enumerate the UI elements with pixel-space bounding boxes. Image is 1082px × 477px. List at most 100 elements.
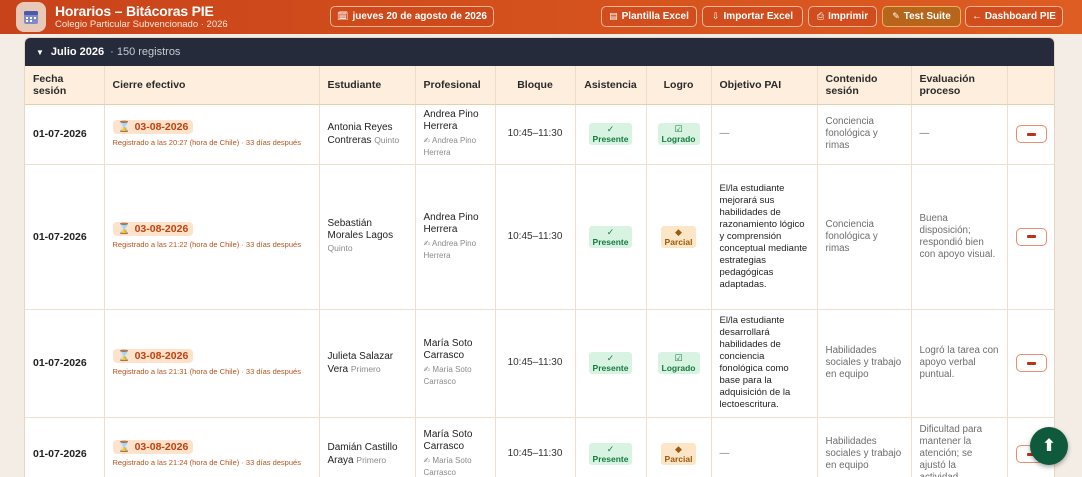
contenido-cell: Conciencia fonológica y rimas (817, 164, 912, 310)
prof-name: María Soto Carrasco (423, 338, 473, 361)
asistencia-cell: ✓ Presente (575, 309, 647, 418)
dashboard-label: ← Dashboard PIE (972, 11, 1056, 22)
cierre-note: Registrado a las 20:27 (hora de Chile) ·… (112, 137, 301, 147)
checkbox-icon: ☑ (674, 124, 683, 134)
cierre-badge: ⌛ 03-08-2026 (112, 348, 194, 363)
logro-badge: ◆ Parcial (660, 443, 697, 465)
hourglass-icon: ⌛ (117, 120, 131, 133)
col-logro[interactable]: Logro (646, 66, 712, 105)
table-row: 01-07-2026 ⌛ 03-08-2026 Registrado a las … (25, 164, 1054, 310)
cierre-badge: ⌛ 03-08-2026 (112, 119, 194, 134)
bloque-cell: 10:45–11:30 (495, 309, 576, 418)
objetivo-cell: — (711, 104, 818, 165)
minus-icon (1027, 361, 1036, 365)
check-icon: ✓ (606, 124, 615, 134)
cierre-cell: ⌛ 03-08-2026 Registrado a las 20:27 (hora… (104, 104, 320, 165)
delete-button[interactable] (1016, 227, 1047, 246)
col-objetivo[interactable]: Objetivo PAI (711, 66, 818, 105)
asistencia-label: Presente (592, 454, 629, 464)
col-estudiante[interactable]: Estudiante (319, 66, 416, 105)
importar-label: Importar Excel (723, 11, 794, 22)
asistencia-badge: ✓ Presente (588, 352, 633, 374)
page-subtitle: Colegio Particular Subvencionado · 2026 (55, 19, 228, 30)
logro-badge: ☑ Logrado (657, 123, 700, 145)
records-table: Fecha sesión Cierre efectivo Estudiante … (25, 66, 1054, 477)
prof-signer: ✍ Andrea Pino Herrera (423, 238, 477, 260)
check-icon: ✓ (606, 444, 615, 454)
caret-down-icon: ▼ (36, 47, 44, 57)
evaluacion-cell: — (911, 104, 1008, 165)
cierre-note: Registrado a las 21:24 (hora de Chile) ·… (112, 457, 301, 467)
month-group-header[interactable]: ▼ Julio 2026 · 150 registros (25, 38, 1054, 66)
month-name: Julio 2026 (50, 46, 105, 58)
check-icon: ✓ (606, 226, 615, 237)
evaluacion-cell: Buena disposición; respondió bien con ap… (911, 164, 1008, 310)
delete-button[interactable] (1016, 354, 1047, 372)
pencil-icon: ✎ (892, 11, 900, 21)
page-title: Horarios – Bitácoras PIE (55, 3, 214, 19)
col-bloque[interactable]: Bloque (495, 66, 576, 105)
student-name: Sebastián Morales Lagos (327, 218, 394, 241)
student-cell: Sebastián Morales Lagos Quinto (319, 164, 416, 310)
student-grade: Primero (356, 454, 387, 465)
asistencia-label: Presente (592, 134, 629, 144)
arrow-up-icon: ⬆ (1041, 436, 1057, 455)
imprimir-label: Imprimir (828, 11, 869, 22)
bloque-cell: 10:45–11:30 (495, 104, 576, 165)
bloque-cell: 10:45–11:30 (495, 164, 576, 310)
date-button[interactable]: 🗓 jueves 20 de agosto de 2026 (330, 6, 494, 27)
hourglass-icon: ⌛ (117, 440, 131, 453)
evaluacion-cell: Dificultad para mantener la atención; se… (911, 417, 1008, 477)
diamond-icon: ◆ (675, 444, 682, 454)
prof-signer: ✍ María Soto Carrasco (423, 456, 472, 477)
col-fecha[interactable]: Fecha sesión (25, 66, 105, 105)
asistencia-badge: ✓ Presente (588, 443, 633, 465)
imprimir-button[interactable]: ⎙ Imprimir (808, 6, 877, 27)
prof-cell: María Soto Carrasco ✍ María Soto Carrasco (415, 309, 496, 418)
logro-cell: ◆ Parcial (646, 164, 712, 310)
logro-label: Logrado (661, 363, 696, 373)
fecha-cell: 01-07-2026 (25, 164, 105, 310)
table-row: 01-07-2026 ⌛ 03-08-2026 Registrado a las … (25, 104, 1054, 165)
evaluacion-cell: Logró la tarea con apoyo verbal puntual. (911, 309, 1008, 418)
test-suite-button[interactable]: ✎ Test Suite (882, 6, 961, 27)
cierre-date: 03-08-2026 (134, 440, 189, 453)
plantilla-label: Plantilla Excel (621, 11, 689, 22)
actions-cell (1007, 104, 1054, 165)
logro-cell: ◆ Parcial (646, 417, 712, 477)
dashboard-button[interactable]: ← Dashboard PIE (965, 6, 1063, 27)
prof-name: Andrea Pino Herrera (423, 211, 479, 235)
minus-icon (1027, 132, 1036, 136)
test-label: Test Suite (903, 11, 951, 22)
student-cell: Damián Castillo Araya Primero (319, 417, 416, 477)
student-cell: Julieta Salazar Vera Primero (319, 309, 416, 418)
col-cierre[interactable]: Cierre efectivo (104, 66, 320, 105)
scroll-to-top-button[interactable]: ⬆ (1030, 427, 1068, 465)
logro-cell: ☑ Logrado (646, 309, 712, 418)
col-contenido[interactable]: Contenido sesión (817, 66, 912, 105)
col-asistencia[interactable]: Asistencia (575, 66, 647, 105)
prof-signer: ✍ María Soto Carrasco (423, 365, 472, 386)
table-header-row: Fecha sesión Cierre efectivo Estudiante … (25, 66, 1054, 105)
delete-button[interactable] (1016, 125, 1047, 143)
plantilla-excel-button[interactable]: ▤ Plantilla Excel (601, 6, 697, 27)
records-panel: ▼ Julio 2026 · 150 registros Fecha sesió… (24, 37, 1055, 477)
logro-cell: ☑ Logrado (646, 104, 712, 165)
diamond-icon: ◆ (675, 226, 682, 237)
minus-icon (1027, 235, 1036, 238)
date-label: jueves 20 de agosto de 2026 (352, 11, 487, 22)
col-evaluacion[interactable]: Evaluación proceso (911, 66, 1008, 105)
spreadsheet-icon: ▤ (609, 11, 618, 21)
bloque-cell: 10:45–11:30 (495, 417, 576, 477)
asistencia-cell: ✓ Presente (575, 164, 647, 310)
import-icon: ⇩ (711, 11, 720, 21)
importar-excel-button[interactable]: ⇩ Importar Excel (702, 6, 803, 27)
calendar-icon: 🗓 (337, 11, 349, 21)
prof-name: María Soto Carrasco (423, 429, 473, 452)
actions-cell (1007, 164, 1054, 310)
asistencia-cell: ✓ Presente (575, 104, 647, 165)
prof-cell: María Soto Carrasco ✍ María Soto Carrasco (415, 417, 496, 477)
top-bar: Horarios – Bitácoras PIE Colegio Particu… (0, 0, 1082, 34)
student-grade: Quinto (374, 134, 400, 145)
col-profesional[interactable]: Profesional (415, 66, 496, 105)
